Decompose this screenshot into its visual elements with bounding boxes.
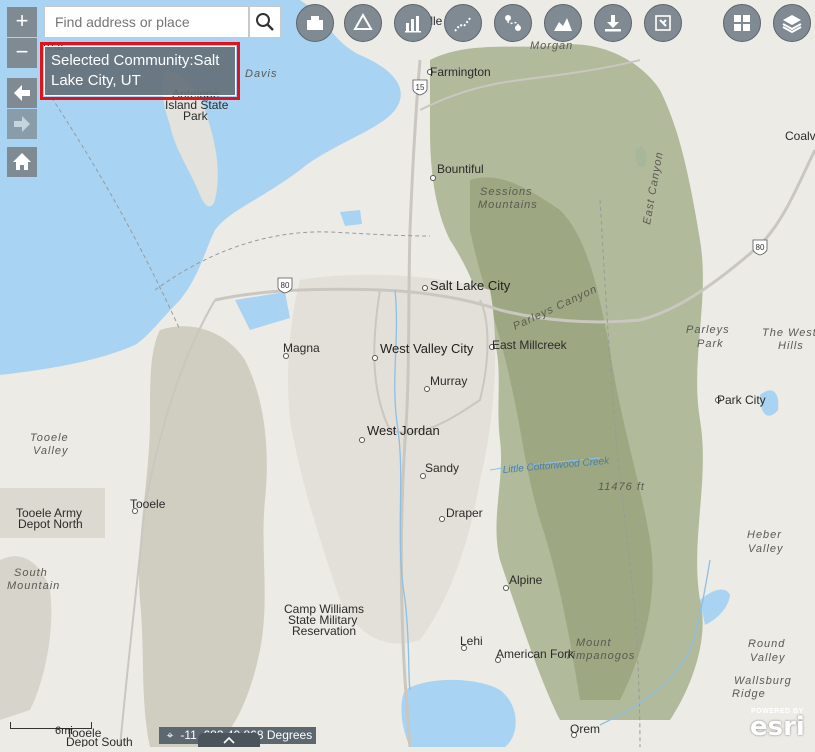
search-icon xyxy=(256,13,274,31)
label-mount-timp-2: Timpanogos xyxy=(565,650,635,662)
measure-icon xyxy=(353,12,373,30)
i80-label-east: 80 xyxy=(756,243,765,252)
home-icon xyxy=(13,153,31,170)
widget-grid-icon xyxy=(734,15,750,31)
label-draper: Draper xyxy=(446,506,483,520)
label-south-mountain-1: South xyxy=(14,567,48,579)
chart-button[interactable] xyxy=(394,4,432,42)
label-west-valley-city: West Valley City xyxy=(380,341,474,356)
label-heber-2: Valley xyxy=(748,543,784,555)
label-round-valley-1: Round xyxy=(748,638,785,650)
measure-button[interactable] xyxy=(344,4,382,42)
label-hills: Hills xyxy=(778,340,804,352)
label-tooele: Tooele xyxy=(130,497,166,511)
download-icon xyxy=(605,15,621,32)
label-magna: Magna xyxy=(283,341,320,355)
label-wallsburg-2: Ridge xyxy=(732,688,766,700)
label-orem: Orem xyxy=(570,722,600,736)
label-heber-1: Heber xyxy=(747,529,782,541)
directions-icon xyxy=(505,15,521,31)
i80-label-west: 80 xyxy=(281,281,290,290)
label-the-west: The West xyxy=(762,327,815,339)
label-sandy: Sandy xyxy=(425,461,459,475)
bottom-panel-toggle[interactable] xyxy=(198,733,260,747)
crosshair-icon[interactable]: ⌖ xyxy=(163,727,177,744)
label-wallsburg-1: Wallsburg xyxy=(734,675,792,687)
basemap-gallery-button[interactable] xyxy=(296,4,334,42)
label-mount-timp-1: Mount xyxy=(576,637,612,649)
layers-icon xyxy=(782,15,802,34)
search-input[interactable] xyxy=(44,6,249,38)
esri-logo: esri xyxy=(750,712,805,742)
label-american-fork: American Fork xyxy=(496,647,575,661)
label-elevation-11476: 11476 ft xyxy=(598,481,645,493)
route-icon xyxy=(454,16,472,32)
label-round-valley-2: Valley xyxy=(750,652,786,664)
next-extent-button[interactable] xyxy=(7,109,37,139)
utah-lake xyxy=(401,679,516,747)
i15-shield: 15 xyxy=(412,79,428,96)
widget-grid-button[interactable] xyxy=(723,4,761,42)
directions-button[interactable] xyxy=(494,4,532,42)
query-icon xyxy=(655,15,671,31)
layers-button[interactable] xyxy=(773,4,811,42)
scale-label: 6mi xyxy=(55,725,73,737)
label-morgan: Morgan xyxy=(530,40,573,52)
label-tooele-valley-1: Tooele xyxy=(30,432,69,444)
label-coalville: Coalvill xyxy=(785,129,815,143)
zoom-in-button[interactable]: + xyxy=(7,7,37,37)
previous-extent-button[interactable] xyxy=(7,78,37,108)
label-camp-williams-3: Reservation xyxy=(292,624,356,638)
label-park-city: Park City xyxy=(717,393,766,407)
label-parleys-park: Park xyxy=(697,338,724,350)
route-button[interactable] xyxy=(444,4,482,42)
i80-shield-east: 80 xyxy=(752,239,768,256)
chart-icon xyxy=(405,16,421,33)
download-button[interactable] xyxy=(594,4,632,42)
label-salt-lake-city: Salt Lake City xyxy=(430,278,511,293)
arrow-right-icon xyxy=(14,116,30,132)
label-alpine: Alpine xyxy=(509,573,543,587)
scale-bar xyxy=(10,722,92,729)
esri-attribution[interactable]: POWERED BY esri xyxy=(750,708,805,742)
selected-community-text: Selected Community:Salt Lake City, UT xyxy=(51,52,220,89)
query-button[interactable] xyxy=(644,4,682,42)
oquirrh-mountains xyxy=(138,326,267,747)
label-farmington: Farmington xyxy=(430,65,491,79)
label-parleys: Parleys xyxy=(686,324,730,336)
label-park: Park xyxy=(183,109,209,123)
label-lehi: Lehi xyxy=(460,634,483,648)
label-east-millcreek: East Millcreek xyxy=(492,338,568,352)
elevation-profile-icon xyxy=(554,18,572,31)
label-murray: Murray xyxy=(430,374,467,388)
zoom-out-button[interactable]: − xyxy=(7,38,37,68)
label-west-jordan: West Jordan xyxy=(367,423,440,438)
arrow-left-icon xyxy=(14,85,30,101)
selected-community-popup[interactable]: Selected Community:Salt Lake City, UT xyxy=(44,46,236,96)
label-sessions: Sessions xyxy=(480,186,533,198)
basemap[interactable]: 15 80 80 Davis Morgan Kaysville Farmingt… xyxy=(0,0,815,747)
label-mountains: Mountains xyxy=(478,199,538,211)
search-button[interactable] xyxy=(249,6,281,38)
label-bountiful: Bountiful xyxy=(437,162,484,176)
home-button[interactable] xyxy=(7,147,37,177)
label-tooele-valley-2: Valley xyxy=(33,445,69,457)
chevron-up-icon xyxy=(223,736,235,744)
i80-shield-west: 80 xyxy=(277,277,293,294)
label-davis: Davis xyxy=(245,68,278,80)
label-south-mountain-2: Mountain xyxy=(7,580,60,592)
label-tooele-depot-south-2: Depot South xyxy=(66,735,133,747)
basemap-gallery-icon xyxy=(307,16,323,30)
i15-label: 15 xyxy=(416,83,425,92)
label-tooele-army-depot-2: Depot North xyxy=(18,517,83,531)
elevation-profile-button[interactable] xyxy=(544,4,582,42)
